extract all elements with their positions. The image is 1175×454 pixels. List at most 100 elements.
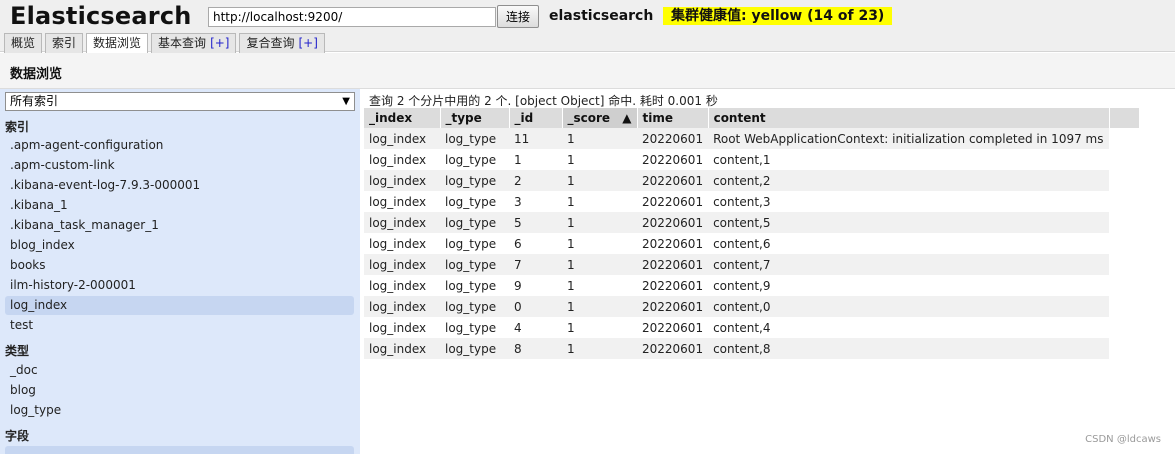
- tab-label: 复合查询: [246, 36, 295, 50]
- cell-score: 1: [562, 233, 637, 254]
- sidebar-item-index[interactable]: .kibana_task_manager_1: [5, 216, 354, 235]
- cell-score: 1: [562, 128, 637, 149]
- tab-overview[interactable]: 概览: [4, 33, 43, 53]
- cell-time: 20220601: [637, 128, 709, 149]
- sidebar-item-type[interactable]: blog: [5, 381, 354, 400]
- sidebar-item-type[interactable]: _doc: [5, 361, 354, 380]
- sidebar-item-index[interactable]: .kibana-event-log-7.9.3-000001: [5, 176, 354, 195]
- cell-type: log_type: [440, 170, 509, 191]
- table-row[interactable]: log_index log_type 3 1 20220601 content,3: [364, 191, 1139, 212]
- fields-header: 字段: [5, 429, 30, 443]
- tab-label: 数据浏览: [93, 36, 142, 50]
- cell-content: content,8: [708, 338, 1110, 359]
- results-header-row: _index _type _id _score ▲ time content: [364, 108, 1140, 128]
- cell-type: log_type: [440, 317, 509, 338]
- sidebar-item-index[interactable]: test: [5, 316, 354, 335]
- column-header-label: content: [713, 111, 766, 125]
- cell-id: 1: [509, 149, 562, 170]
- column-header-index[interactable]: _index: [364, 108, 441, 128]
- tab-indices[interactable]: 索引: [45, 33, 84, 53]
- add-compound-query-tab-link[interactable]: [+]: [299, 36, 318, 50]
- section-title-bar: 数据浏览: [0, 53, 1175, 89]
- app-header: Elasticsearch 连接 elasticsearch 集群健康值: ye…: [0, 0, 1175, 54]
- cell-time: 20220601: [637, 296, 709, 317]
- cell-time: 20220601: [637, 275, 709, 296]
- sidebar-item-index[interactable]: books: [5, 256, 354, 275]
- table-row[interactable]: log_index log_type 5 1 20220601 content,5: [364, 212, 1139, 233]
- types-header: 类型: [5, 344, 30, 358]
- column-header-content[interactable]: content: [708, 108, 1110, 128]
- sidebar-item-index[interactable]: ilm-history-2-000001: [5, 276, 354, 295]
- cell-time: 20220601: [637, 233, 709, 254]
- cell-index: log_index: [364, 338, 440, 359]
- cell-time: 20220601: [637, 149, 709, 170]
- cell-score: 1: [562, 212, 637, 233]
- cell-content: content,9: [708, 275, 1110, 296]
- table-row[interactable]: log_index log_type 9 1 20220601 content,9: [364, 275, 1139, 296]
- column-header-label: _id: [514, 111, 534, 125]
- tab-label: 基本查询: [158, 36, 207, 50]
- sidebar-item-index[interactable]: .apm-custom-link: [5, 156, 354, 175]
- cell-score: 1: [562, 170, 637, 191]
- sidebar-item-field[interactable]: [5, 446, 354, 454]
- add-basic-query-tab-link[interactable]: [+]: [210, 36, 229, 50]
- tab-compound-query[interactable]: 复合查询 [+]: [239, 33, 325, 53]
- sidebar-item-index-selected[interactable]: log_index: [5, 296, 354, 315]
- sidebar-item-index[interactable]: blog_index: [5, 236, 354, 255]
- cell-index: log_index: [364, 149, 440, 170]
- cell-score: 1: [562, 338, 637, 359]
- column-header-label: _score: [567, 111, 611, 125]
- cluster-health-badge: 集群健康值: yellow (14 of 23): [663, 7, 893, 25]
- tab-basic-query[interactable]: 基本查询 [+]: [151, 33, 237, 53]
- cell-index: log_index: [364, 317, 440, 338]
- table-row[interactable]: log_index log_type 4 1 20220601 content,4: [364, 317, 1139, 338]
- cluster-name: elasticsearch: [549, 8, 654, 24]
- table-row[interactable]: log_index log_type 6 1 20220601 content,6: [364, 233, 1139, 254]
- cell-score: 1: [562, 191, 637, 212]
- cell-score: 1: [562, 149, 637, 170]
- cell-score: 1: [562, 317, 637, 338]
- sidebar-item-type[interactable]: log_type: [5, 401, 354, 420]
- cell-content: content,0: [708, 296, 1110, 317]
- table-row[interactable]: log_index log_type 8 1 20220601 content,8: [364, 338, 1139, 359]
- cell-id: 9: [509, 275, 562, 296]
- index-filter-select[interactable]: 所有索引 ▼: [5, 92, 355, 111]
- cell-type: log_type: [440, 233, 509, 254]
- column-header-id[interactable]: _id: [509, 108, 563, 128]
- query-summary: 查询 2 个分片中用的 2 个. [object Object] 命中. 耗时 …: [369, 94, 718, 108]
- connect-button[interactable]: 连接: [497, 5, 539, 28]
- cell-id: 6: [509, 233, 562, 254]
- cell-content: content,1: [708, 149, 1110, 170]
- table-row[interactable]: log_index log_type 7 1 20220601 content,7: [364, 254, 1139, 275]
- column-header-type[interactable]: _type: [440, 108, 510, 128]
- column-header-time[interactable]: time: [637, 108, 709, 128]
- cell-index: log_index: [364, 170, 440, 191]
- cell-content: content,3: [708, 191, 1110, 212]
- table-row[interactable]: log_index log_type 11 1 20220601 Root WebAppl…: [364, 128, 1139, 149]
- tab-data-browse[interactable]: 数据浏览: [86, 33, 149, 54]
- cell-score: 1: [562, 296, 637, 317]
- cell-content: content,2: [708, 170, 1110, 191]
- cell-score: 1: [562, 275, 637, 296]
- app-title: Elasticsearch: [10, 2, 192, 30]
- cell-id: 4: [509, 317, 562, 338]
- results-table: _index _type _id _score ▲ time content l…: [364, 108, 1140, 359]
- main-tabs: 概览 索引 数据浏览 基本查询 [+] 复合查询 [+]: [4, 33, 325, 54]
- column-header-label: _type: [445, 111, 482, 125]
- cell-type: log_type: [440, 338, 509, 359]
- cell-type: log_type: [440, 128, 509, 149]
- table-row[interactable]: log_index log_type 2 1 20220601 content,2: [364, 170, 1139, 191]
- server-url-input[interactable]: [208, 7, 496, 27]
- cell-content: content,5: [708, 212, 1110, 233]
- table-row[interactable]: log_index log_type 0 1 20220601 content,0: [364, 296, 1139, 317]
- table-row[interactable]: log_index log_type 1 1 20220601 content,1: [364, 149, 1139, 170]
- cell-time: 20220601: [637, 170, 709, 191]
- sidebar-item-index[interactable]: .apm-agent-configuration: [5, 136, 354, 155]
- index-filter-select-value: 所有索引: [10, 94, 59, 108]
- column-header-score[interactable]: _score ▲: [562, 108, 638, 128]
- sidebar-item-index[interactable]: .kibana_1: [5, 196, 354, 215]
- cell-index: log_index: [364, 191, 440, 212]
- watermark: CSDN @ldcaws: [1085, 434, 1161, 445]
- sidebar: 所有索引 ▼ 索引 .apm-agent-configuration .apm-…: [0, 89, 360, 454]
- cell-id: 7: [509, 254, 562, 275]
